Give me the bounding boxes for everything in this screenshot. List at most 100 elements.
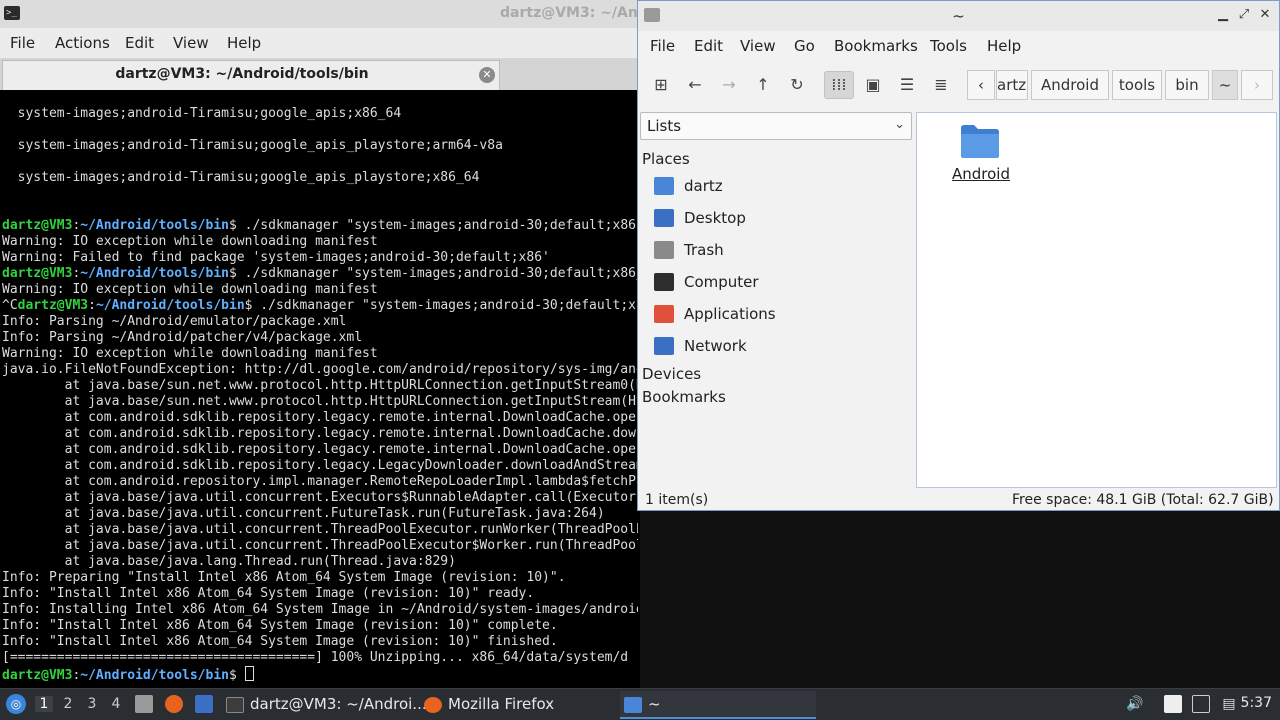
up-icon[interactable]: ↑	[748, 71, 778, 99]
terminal-line: at java.base/java.util.concurrent.Thread…	[2, 538, 638, 554]
prompt-user: dartz@VM3	[17, 298, 89, 313]
workspace-4[interactable]: 4	[107, 696, 125, 712]
fm-menu-edit[interactable]: Edit	[694, 37, 723, 55]
places-heading[interactable]: Places	[642, 150, 690, 168]
terminal-output[interactable]: system-images;android-Tiramisu;google_ap…	[2, 106, 638, 686]
folder-view[interactable]: Android	[916, 112, 1277, 488]
maximize-icon[interactable]: ⤢	[1237, 7, 1251, 22]
network-status-icon[interactable]: ▤	[1220, 695, 1238, 713]
side-pane-mode-select[interactable]: Lists ⌄	[640, 112, 912, 140]
places-item-trash[interactable]: Trash	[654, 236, 912, 266]
terminal-line: dartz@VM3:~/Android/tools/bin$ ./sdkmana…	[2, 266, 638, 282]
close-tab-icon[interactable]: ✕	[479, 67, 495, 83]
breadcrumb-bin[interactable]: bin	[1165, 70, 1209, 100]
clock[interactable]: 5:37	[1241, 695, 1272, 711]
terminal-line-text: Info: "Install Intel x86 Atom_64 System …	[2, 618, 558, 633]
terminal-titlebar[interactable]: >_ dartz@VM3: ~/Android/tools/bin	[0, 0, 753, 28]
fm-menu-go[interactable]: Go	[794, 37, 815, 55]
terminal-line: system-images;android-Tiramisu;google_ap…	[2, 170, 638, 186]
breadcrumb-dartz[interactable]: artz	[996, 70, 1028, 100]
breadcrumb-scroll-left-icon[interactable]: ‹	[967, 70, 995, 100]
places-item-dartz[interactable]: dartz	[654, 172, 912, 202]
places-item-applications[interactable]: Applications	[654, 300, 912, 330]
terminal-line-text: at java.base/java.util.concurrent.Thread…	[64, 538, 638, 553]
task-firefox[interactable]: Mozilla Firefox	[420, 691, 616, 719]
terminal-line-text: Info: Preparing "Install Intel x86 Atom_…	[2, 570, 566, 585]
task-terminal[interactable]: dartz@VM3: ~/Androi...	[222, 691, 427, 719]
terminal-line-text: [=======================================…	[2, 650, 629, 665]
terminal-menu-edit[interactable]: Edit	[125, 34, 154, 52]
terminal-window[interactable]: >_ dartz@VM3: ~/Android/tools/bin File A…	[0, 0, 753, 688]
back-icon[interactable]: ←	[680, 71, 710, 99]
task-file-manager-label: ~	[648, 695, 661, 713]
terminal-line: Info: Parsing ~/Android/patcher/v4/packa…	[2, 330, 638, 346]
terminal-menu-view[interactable]: View	[173, 34, 209, 52]
prompt-path: ~/Android/tools/bin	[95, 298, 245, 313]
folder-item-android[interactable]: Android	[951, 121, 1011, 195]
detailed-list-view-icon[interactable]: ≣	[926, 71, 956, 99]
workspace-2[interactable]: 2	[59, 696, 77, 712]
breadcrumb-scroll-right-icon[interactable]: ›	[1241, 70, 1273, 100]
new-tab-icon[interactable]: ⊞	[646, 71, 676, 99]
workspace-3[interactable]: 3	[83, 696, 101, 712]
fm-menu-bookmarks[interactable]: Bookmarks	[834, 37, 918, 55]
start-menu-icon[interactable]: ◎	[6, 694, 26, 714]
terminal-line-text: system-images;android-Tiramisu;google_ap…	[2, 138, 503, 153]
forward-icon[interactable]: →	[714, 71, 744, 99]
terminal-menu-file[interactable]: File	[10, 34, 35, 52]
compact-view-icon[interactable]: ☰	[892, 71, 922, 99]
status-item-count: 1 item(s)	[645, 492, 709, 508]
terminal-line-text: at com.android.sdklib.repository.legacy.…	[64, 442, 638, 457]
file-manager-window-title: ~	[952, 7, 965, 25]
terminal-line: at java.base/java.lang.Thread.run(Thread…	[2, 554, 638, 570]
fm-menu-file[interactable]: File	[650, 37, 675, 55]
file-manager-launcher-icon[interactable]	[135, 695, 153, 713]
terminal-line: system-images;android-Tiramisu;google_ap…	[2, 106, 638, 122]
places-item-desktop[interactable]: Desktop	[654, 204, 912, 234]
display-icon[interactable]	[1192, 695, 1210, 713]
reload-icon[interactable]: ↻	[782, 71, 812, 99]
terminal-line: at java.base/java.util.concurrent.Future…	[2, 506, 638, 522]
firefox-launcher-icon[interactable]	[165, 695, 183, 713]
breadcrumb-android[interactable]: Android	[1031, 70, 1109, 100]
minimize-icon[interactable]: ▁	[1216, 7, 1230, 22]
terminal-line-text: $	[229, 668, 245, 683]
terminal-line-text: at com.android.repository.impl.manager.R…	[64, 474, 638, 489]
terminal-line: at com.android.sdklib.repository.legacy.…	[2, 410, 638, 426]
fm-menu-help[interactable]: Help	[987, 37, 1021, 55]
devices-heading[interactable]: Devices	[642, 365, 701, 383]
terminal-tab[interactable]: dartz@VM3: ~/Android/tools/bin ✕	[2, 60, 500, 90]
prompt-path: ~/Android/tools/bin	[80, 266, 229, 281]
file-manager-window[interactable]: ~ ▁ ⤢ ✕ File Edit View Go Bookmarks Tool…	[637, 0, 1280, 511]
breadcrumb-tools[interactable]: tools	[1112, 70, 1162, 100]
volume-icon[interactable]: 🔊	[1126, 695, 1144, 713]
terminal-line: Warning: IO exception while downloading …	[2, 234, 638, 250]
file-manager-titlebar[interactable]: ~ ▁ ⤢ ✕	[638, 1, 1279, 31]
terminal-menu-actions[interactable]: Actions	[55, 34, 110, 52]
icon-view-icon[interactable]: ⁞⁞⁞	[824, 71, 854, 99]
fm-menu-view[interactable]: View	[740, 37, 776, 55]
terminal-menu-help[interactable]: Help	[227, 34, 261, 52]
breadcrumb-home[interactable]: ~	[1212, 70, 1238, 100]
bookmarks-heading[interactable]: Bookmarks	[642, 388, 726, 406]
terminal-line-text: at java.base/java.util.concurrent.Future…	[2, 506, 605, 521]
terminal-line-text: at com.android.sdklib.repository.legacy.…	[64, 410, 638, 425]
desktop-launcher-icon[interactable]	[195, 695, 213, 713]
terminal-line-text: at com.android.sdklib.repository.legacy.…	[64, 458, 638, 473]
terminal-line-text: Info: Installing Intel x86 Atom_64 Syste…	[2, 602, 638, 617]
clipboard-icon[interactable]	[1164, 695, 1182, 713]
workspace-1[interactable]: 1	[35, 696, 53, 712]
thumbnail-view-icon[interactable]: ▣	[858, 71, 888, 99]
terminal-line-text: Info: Parsing ~/Android/patcher/v4/packa…	[2, 330, 363, 345]
terminal-app-icon: >_	[4, 6, 20, 20]
terminal-line: [=======================================…	[2, 650, 638, 666]
side-pane-mode-value: Lists	[647, 117, 682, 135]
places-item-network[interactable]: Network	[654, 332, 912, 362]
terminal-line-text: $ ./sdkmanager "system-images;android-30…	[244, 298, 638, 313]
close-icon[interactable]: ✕	[1258, 7, 1272, 22]
task-file-manager[interactable]: ~	[620, 691, 816, 719]
fm-menu-tools[interactable]: Tools	[930, 37, 967, 55]
network-icon	[654, 337, 674, 355]
places-item-computer[interactable]: Computer	[654, 268, 912, 298]
